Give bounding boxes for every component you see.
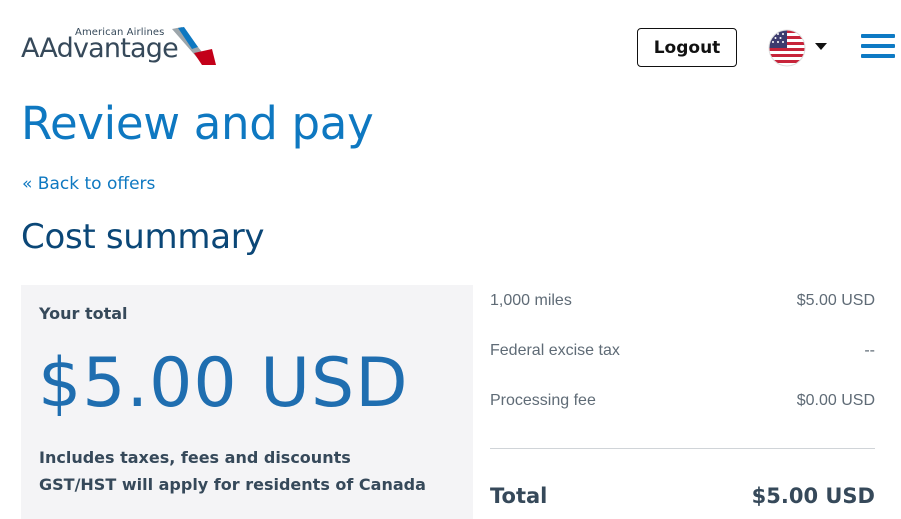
row-label: Processing fee bbox=[490, 392, 596, 409]
row-label: Federal excise tax bbox=[490, 342, 620, 359]
total-summary-box: Your total $5.00 USD Includes taxes, fee… bbox=[21, 285, 473, 519]
hamburger-menu-icon[interactable] bbox=[861, 34, 895, 60]
total-value: $5.00 USD bbox=[751, 484, 875, 508]
row-label: 1,000 miles bbox=[490, 292, 572, 309]
chevron-down-icon bbox=[815, 43, 827, 50]
total-label: Total bbox=[490, 484, 548, 508]
us-flag-icon bbox=[768, 29, 806, 67]
logout-button[interactable]: Logout bbox=[637, 28, 737, 67]
logo-wordmark: AAdvantage bbox=[21, 33, 179, 64]
cost-summary-heading: Cost summary bbox=[21, 217, 265, 257]
flight-symbol-icon bbox=[172, 27, 216, 65]
your-total-label: Your total bbox=[39, 304, 128, 323]
row-value: $0.00 USD bbox=[796, 392, 875, 409]
total-amount: $5.00 USD bbox=[38, 344, 409, 423]
back-to-offers-link[interactable]: « Back to offers bbox=[22, 174, 155, 194]
divider bbox=[490, 448, 875, 449]
row-value: -- bbox=[864, 342, 875, 359]
language-selector[interactable] bbox=[768, 28, 830, 67]
taxes-note: Includes taxes, fees and discounts bbox=[39, 448, 351, 467]
page-title: Review and pay bbox=[21, 97, 374, 150]
row-value: $5.00 USD bbox=[796, 292, 875, 309]
aadvantage-logo[interactable]: American Airlines AAdvantage bbox=[21, 26, 221, 70]
gst-note: GST/HST will apply for residents of Cana… bbox=[39, 475, 426, 494]
